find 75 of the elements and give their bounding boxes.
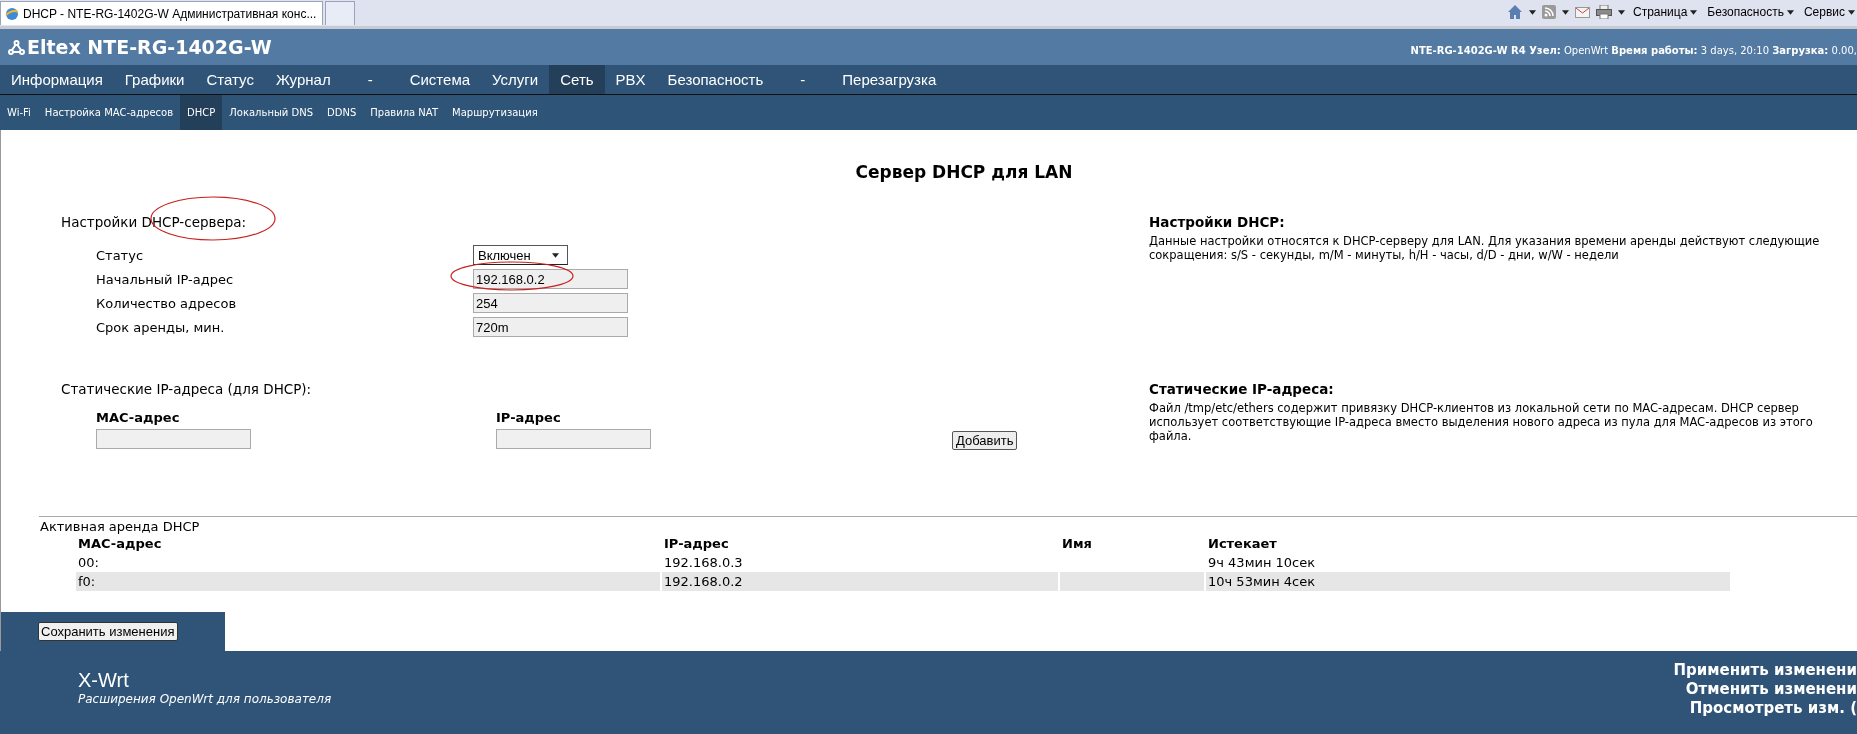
submenu-tab[interactable]: Локальный DNS bbox=[222, 95, 321, 130]
app-title: Eltex NTE-RG-1402G-W bbox=[27, 36, 272, 58]
footer-link[interactable]: Отменить изменени bbox=[1685, 680, 1857, 699]
mail-icon[interactable] bbox=[1574, 6, 1590, 18]
menu-tab[interactable]: Информация bbox=[0, 65, 114, 94]
printer-icon[interactable] bbox=[1595, 5, 1612, 19]
menu-tab[interactable]: Система bbox=[398, 65, 482, 94]
caret-icon[interactable] bbox=[1561, 9, 1569, 15]
field-label: Срок аренды, мин. bbox=[96, 319, 226, 335]
caret-icon[interactable] bbox=[1528, 9, 1536, 15]
column-header: MAC-адрес bbox=[77, 535, 163, 553]
table-cell: 10ч 53мин 4сек bbox=[1206, 572, 1730, 591]
submenu-tab[interactable]: DHCP bbox=[180, 95, 223, 130]
menu-tab[interactable]: Перезагрузка bbox=[831, 65, 948, 94]
help-heading: Статические IP-адреса: bbox=[1149, 381, 1335, 397]
section-heading: Статические IP-адреса (для DHCP): bbox=[61, 381, 313, 397]
input-field[interactable] bbox=[496, 429, 651, 449]
submenu-tab[interactable]: Wi-Fi bbox=[0, 95, 38, 130]
help-text: Данные настройки относятся к DHCP-серверу для LAN. Для указания времени аренды действуют следующие сокращения: s/S - секунды, m/M - минуты, h/H - часы, d/D - дни, w/W - недели bbox=[1149, 234, 1821, 262]
menu-button[interactable]: Безопасность bbox=[1705, 5, 1796, 19]
column-label: MAC-адрес bbox=[96, 410, 181, 425]
menu-tab[interactable]: Журнал bbox=[264, 65, 342, 94]
input-field[interactable] bbox=[96, 429, 251, 449]
caret-icon bbox=[1786, 9, 1794, 15]
page-title: Сервер DHCP для LAN bbox=[854, 161, 1074, 182]
input-field[interactable]: 254 bbox=[473, 293, 628, 313]
column-header: IP-адрес bbox=[663, 535, 730, 553]
submenu-tab[interactable]: Правила NAT bbox=[363, 95, 446, 130]
globe-icon bbox=[5, 6, 19, 21]
column-header: Истекает bbox=[1207, 535, 1278, 553]
help-heading: Настройки DHCP: bbox=[1149, 214, 1286, 230]
table-cell: f0: bbox=[76, 572, 660, 591]
caret-icon bbox=[1848, 9, 1855, 15]
status-dropdown[interactable]: Включен bbox=[473, 245, 568, 265]
menu-tab[interactable]: - bbox=[341, 65, 399, 94]
column-label: IP-адрес bbox=[496, 410, 562, 425]
logo-icon bbox=[8, 39, 25, 55]
add-button[interactable]: Добавить bbox=[952, 431, 1018, 450]
browser-tab[interactable]: DHCP - NTE-RG-1402G-W Административная конс... bbox=[0, 1, 324, 25]
menu-tab[interactable]: Графики bbox=[113, 65, 196, 94]
footer-tagline: Расширения OpenWrt для пользователя bbox=[78, 692, 332, 706]
menu-tab[interactable]: - bbox=[774, 65, 832, 94]
field-label: Количество адресов bbox=[96, 295, 238, 311]
new-tab-button[interactable] bbox=[325, 1, 356, 25]
menu-tab[interactable]: Статус bbox=[195, 65, 265, 94]
footer-link[interactable]: Просмотреть изм. ( bbox=[1689, 699, 1857, 718]
footer-link[interactable]: Применить изменени bbox=[1673, 661, 1857, 680]
help-text: Файл /tmp/etc/ethers содержит привязку DHCP-клиентов из локальной сети по MAC-адресам. DHCP сервер использует соответствующие IP-адреса вместо выделения нового адреса из пула для MAC-адресов из этого файла. bbox=[1149, 401, 1814, 443]
submenu-tab[interactable]: Настройка MAC-адресов bbox=[37, 95, 181, 130]
table-title: Активная аренда DHCP bbox=[40, 519, 201, 534]
menu-tab[interactable]: PBX bbox=[604, 65, 657, 94]
save-button[interactable]: Сохранить изменения bbox=[38, 622, 178, 641]
menu-tab[interactable]: Услуги bbox=[481, 65, 550, 94]
system-status: NTE-RG-1402G-W R4 Узел: OpenWrt Время работы: 3 days, 20:10 Загрузка: 0.00, bbox=[1410, 43, 1857, 56]
caret-icon bbox=[552, 252, 559, 258]
menu-tab[interactable]: Безопасность bbox=[656, 65, 775, 94]
column-header: Имя bbox=[1061, 535, 1093, 553]
table-cell-text: 00: bbox=[77, 554, 100, 572]
caret-icon[interactable] bbox=[1617, 9, 1625, 15]
field-label: Начальный IP-адрес bbox=[96, 271, 235, 287]
home-icon[interactable] bbox=[1506, 4, 1523, 20]
menu-tab[interactable]: Сеть bbox=[549, 65, 605, 94]
table-cell-text: 192.168.0.3 bbox=[663, 554, 744, 572]
submenu-tab[interactable]: Маршрутизация bbox=[445, 95, 545, 130]
input-field[interactable]: 192.168.0.2 bbox=[473, 269, 628, 289]
menu-button[interactable]: Сервис bbox=[1801, 5, 1857, 19]
input-field[interactable]: 720m bbox=[473, 317, 628, 337]
footer-brand: X-Wrt bbox=[78, 669, 130, 692]
caret-icon bbox=[1690, 9, 1698, 15]
field-label: Статус bbox=[96, 247, 145, 263]
submenu-tab[interactable]: DDNS bbox=[320, 95, 364, 130]
feed-icon[interactable] bbox=[1541, 5, 1556, 19]
table-cell-text: 9ч 43мин 10сек bbox=[1207, 554, 1317, 572]
table-cell: 192.168.0.2 bbox=[662, 572, 1058, 591]
menu-button[interactable]: Страница bbox=[1630, 5, 1700, 19]
